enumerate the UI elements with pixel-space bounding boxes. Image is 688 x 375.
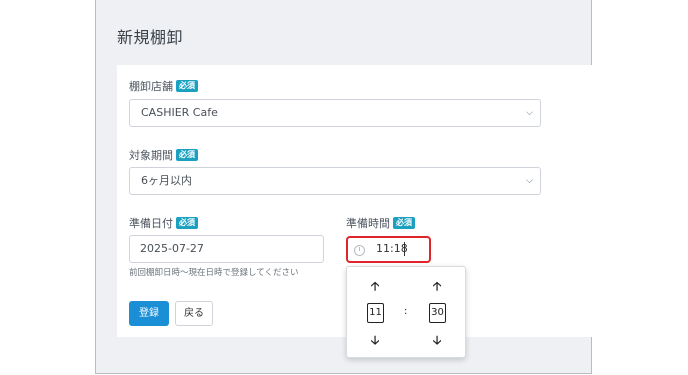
required-badge: 必須 xyxy=(393,217,415,229)
period-label-text: 対象期間 xyxy=(129,149,173,162)
prep-date-value: 2025-07-27 xyxy=(140,242,204,255)
minute-increment-arrow-up-icon[interactable]: 🡡 xyxy=(430,277,444,298)
prep-date-help: 前回棚卸日時〜現在日時で登録してください xyxy=(129,268,299,278)
back-button[interactable]: 戻る xyxy=(175,301,213,326)
hour-value[interactable]: 11 xyxy=(367,303,384,323)
time-separator: : xyxy=(404,306,408,317)
chevron-down-icon: ⌵ xyxy=(526,176,533,186)
prep-time-label: 準備時間 必須 xyxy=(346,215,415,231)
clock-icon xyxy=(354,245,365,256)
prep-time-label-text: 準備時間 xyxy=(346,217,390,230)
prep-date-label-text: 準備日付 xyxy=(129,217,173,230)
page-title: 新規棚卸 xyxy=(117,28,184,47)
required-badge: 必須 xyxy=(176,80,198,92)
submit-button[interactable]: 登録 xyxy=(129,301,169,326)
prep-time-value: 11:18 xyxy=(376,242,408,255)
period-select-value: 6ヶ月以内 xyxy=(141,174,192,187)
text-cursor xyxy=(404,242,405,256)
chevron-down-icon: ⌵ xyxy=(526,108,533,118)
store-select-value: CASHIER Cafe xyxy=(141,106,218,119)
time-picker-popup: 🡡 🡡 11 : 30 🡣 🡣 xyxy=(346,266,466,358)
period-label: 対象期間 必須 xyxy=(129,147,198,163)
prep-date-label: 準備日付 必須 xyxy=(129,215,198,231)
required-badge: 必須 xyxy=(176,149,198,161)
period-select[interactable]: 6ヶ月以内 ⌵ xyxy=(129,167,541,195)
prep-time-input[interactable]: 11:18 xyxy=(346,236,431,263)
hour-increment-arrow-up-icon[interactable]: 🡡 xyxy=(368,277,382,298)
store-label-text: 棚卸店舗 xyxy=(129,80,173,93)
minute-value[interactable]: 30 xyxy=(429,303,446,323)
prep-date-input[interactable]: 2025-07-27 xyxy=(129,235,324,263)
required-badge: 必須 xyxy=(176,217,198,229)
store-label: 棚卸店舗 必須 xyxy=(129,78,198,94)
minute-decrement-arrow-down-icon[interactable]: 🡣 xyxy=(430,331,444,352)
hour-decrement-arrow-down-icon[interactable]: 🡣 xyxy=(368,331,382,352)
store-select[interactable]: CASHIER Cafe ⌵ xyxy=(129,99,541,127)
